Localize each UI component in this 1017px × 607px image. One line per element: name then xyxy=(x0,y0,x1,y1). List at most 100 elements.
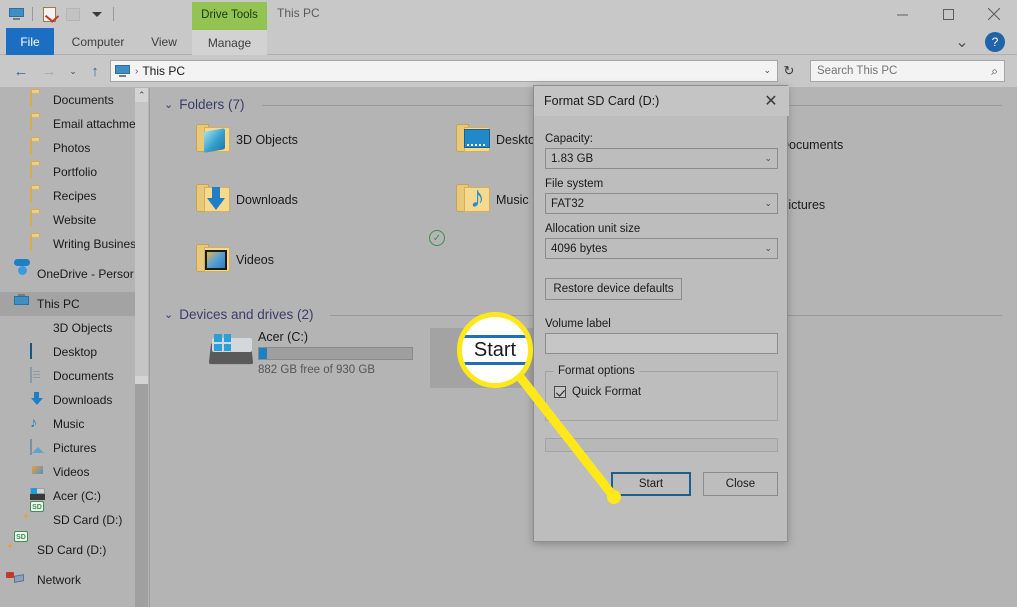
quick-format-row[interactable]: Quick Format xyxy=(554,386,769,398)
drive-label: Acer (C:) xyxy=(258,330,413,344)
chevron-down-icon[interactable]: ⌄ xyxy=(951,32,973,52)
folder-tile-music[interactable]: ♪ Music xyxy=(450,178,529,222)
folder-tile-documents-label[interactable]: Documents xyxy=(780,138,843,152)
group-header-devices[interactable]: ⌄ Devices and drives (2) xyxy=(164,307,314,322)
sync-status-icon: ✓ xyxy=(429,230,445,246)
breadcrumb: This PC xyxy=(142,64,185,78)
folder-tile-3d-objects[interactable]: 3D Objects xyxy=(190,118,298,162)
download-icon xyxy=(30,392,47,409)
customize-dropdown-icon[interactable] xyxy=(87,5,107,24)
scroll-up-icon[interactable]: ⌃ xyxy=(138,90,146,101)
sidebar-item-photos[interactable]: Photos xyxy=(30,136,148,160)
group-header-label: Devices and drives (2) xyxy=(179,307,313,322)
sidebar-item-network[interactable]: Network xyxy=(14,568,148,592)
address-input[interactable]: › This PC ⌄ xyxy=(110,60,778,82)
search-input[interactable] xyxy=(817,65,991,77)
tab-manage[interactable]: Manage xyxy=(192,28,267,55)
sidebar-item-onedrive[interactable]: OneDrive - Persor xyxy=(14,262,148,286)
magnifier-bar-bottom xyxy=(462,362,533,365)
folder-icon xyxy=(30,164,47,181)
chevron-down-icon[interactable]: ⌄ xyxy=(764,153,772,164)
sidebar-item-sd-card-d[interactable]: SD✦ SD Card (D:) xyxy=(30,508,148,532)
scrollbar-thumb[interactable] xyxy=(135,384,148,607)
chevron-down-icon[interactable]: ⌄ xyxy=(164,98,173,111)
close-button[interactable] xyxy=(971,0,1017,28)
sidebar-item-documents[interactable]: Documents xyxy=(30,364,148,388)
help-icon[interactable]: ? xyxy=(985,32,1005,52)
video-icon xyxy=(30,464,47,481)
sidebar-item-label: Acer (C:) xyxy=(53,489,101,503)
contextual-tab-drive-tools[interactable]: Drive Tools xyxy=(192,2,267,28)
dialog-close-button[interactable]: Close xyxy=(703,472,778,496)
3d-objects-icon xyxy=(30,320,47,337)
start-button[interactable]: Start xyxy=(611,472,691,496)
tab-view[interactable]: View xyxy=(140,28,188,55)
properties-icon[interactable] xyxy=(39,5,59,24)
back-button[interactable]: ← xyxy=(10,61,32,81)
format-progress-bar xyxy=(545,438,778,452)
sidebar-item-pictures[interactable]: Pictures xyxy=(30,436,148,460)
sidebar-item-portfolio[interactable]: Portfolio xyxy=(30,160,148,184)
folder-icon xyxy=(30,236,47,253)
allocation-unit-select[interactable]: 4096 bytes ⌄ xyxy=(545,238,778,259)
ribbon-tab-strip: File Computer View Manage ⌄ ? xyxy=(0,28,1017,55)
capacity-value: 1.83 GB xyxy=(551,153,593,165)
sidebar-scrollbar[interactable]: ⌃ xyxy=(135,88,148,607)
recent-locations-icon[interactable]: ⌄ xyxy=(62,61,84,81)
group-header-folders[interactable]: ⌄ Folders (7) xyxy=(164,97,244,112)
folder-tile-desktop[interactable]: Desktop xyxy=(450,118,542,162)
sidebar-item-documents[interactable]: Documents xyxy=(30,88,148,112)
restore-device-defaults-button[interactable]: Restore device defaults xyxy=(545,278,682,300)
volume-label-input[interactable] xyxy=(545,333,778,354)
quick-format-checkbox[interactable] xyxy=(554,386,566,398)
sidebar-item-this-pc[interactable]: This PC xyxy=(0,292,148,316)
folder-icon xyxy=(30,212,47,229)
search-icon[interactable]: ⌕ xyxy=(991,64,998,79)
sidebar-item-music[interactable]: ♪ Music xyxy=(30,412,148,436)
file-system-select[interactable]: FAT32 ⌄ xyxy=(545,193,778,214)
sidebar-item-recipes[interactable]: Recipes xyxy=(30,184,148,208)
music-folder-icon: ♪ xyxy=(450,178,496,222)
scrollbar-track[interactable] xyxy=(135,102,148,376)
address-bar: ← → ⌄ ↑ › This PC ⌄ ↻ ⌕ xyxy=(0,55,1017,87)
folder-tile-videos[interactable]: Videos xyxy=(190,238,274,282)
sidebar-item-3d-objects[interactable]: 3D Objects xyxy=(30,316,148,340)
folder-tile-label: Downloads xyxy=(236,193,298,207)
tab-file[interactable]: File xyxy=(6,28,54,55)
refresh-icon[interactable]: ↻ xyxy=(780,62,798,80)
chevron-down-icon[interactable]: ⌄ xyxy=(164,308,173,321)
chevron-down-icon[interactable]: ⌄ xyxy=(764,198,772,209)
sidebar-item-label: Recipes xyxy=(53,189,96,203)
sidebar-item-writing-business[interactable]: Writing Business xyxy=(30,232,148,256)
chevron-down-icon[interactable]: ⌄ xyxy=(763,65,771,76)
window-title: This PC xyxy=(277,6,320,20)
sidebar-item-videos[interactable]: Videos xyxy=(30,460,148,484)
sidebar-item-email-attachments[interactable]: Email attachmer xyxy=(30,112,148,136)
capacity-select[interactable]: 1.83 GB ⌄ xyxy=(545,148,778,169)
maximize-button[interactable] xyxy=(925,0,971,28)
folder-tile-downloads[interactable]: Downloads xyxy=(190,178,298,222)
chevron-down-icon[interactable]: ⌄ xyxy=(764,243,772,254)
capacity-bar xyxy=(258,347,413,360)
sidebar-item-sd-card-root[interactable]: SD✦ SD Card (D:) xyxy=(14,538,148,562)
tab-computer[interactable]: Computer xyxy=(60,28,136,55)
close-icon[interactable]: ✕ xyxy=(753,86,789,116)
up-button[interactable]: ↑ xyxy=(84,61,106,81)
drive-tile-acer-c[interactable]: Acer (C:) 882 GB free of 930 GB xyxy=(204,328,413,376)
sidebar-item-downloads[interactable]: Downloads xyxy=(30,388,148,412)
sidebar-item-website[interactable]: Website xyxy=(30,208,148,232)
sidebar-item-label: Desktop xyxy=(53,345,97,359)
3d-objects-folder-icon xyxy=(190,118,236,162)
search-box[interactable]: ⌕ xyxy=(810,60,1005,82)
quick-access-toolbar xyxy=(6,4,116,24)
magnifier-text: Start xyxy=(474,339,516,362)
volume-label-label: Volume label xyxy=(545,318,778,330)
title-bar: Drive Tools This PC xyxy=(0,0,1017,28)
sidebar-item-acer-c[interactable]: Acer (C:) xyxy=(30,484,148,508)
sidebar-item-desktop[interactable]: Desktop xyxy=(30,340,148,364)
minimize-button[interactable] xyxy=(879,0,925,28)
drive-free-space: 882 GB free of 930 GB xyxy=(258,364,413,376)
sidebar-item-label: SD Card (D:) xyxy=(53,513,122,527)
hard-drive-icon xyxy=(204,328,258,372)
this-pc-icon[interactable] xyxy=(6,5,26,24)
